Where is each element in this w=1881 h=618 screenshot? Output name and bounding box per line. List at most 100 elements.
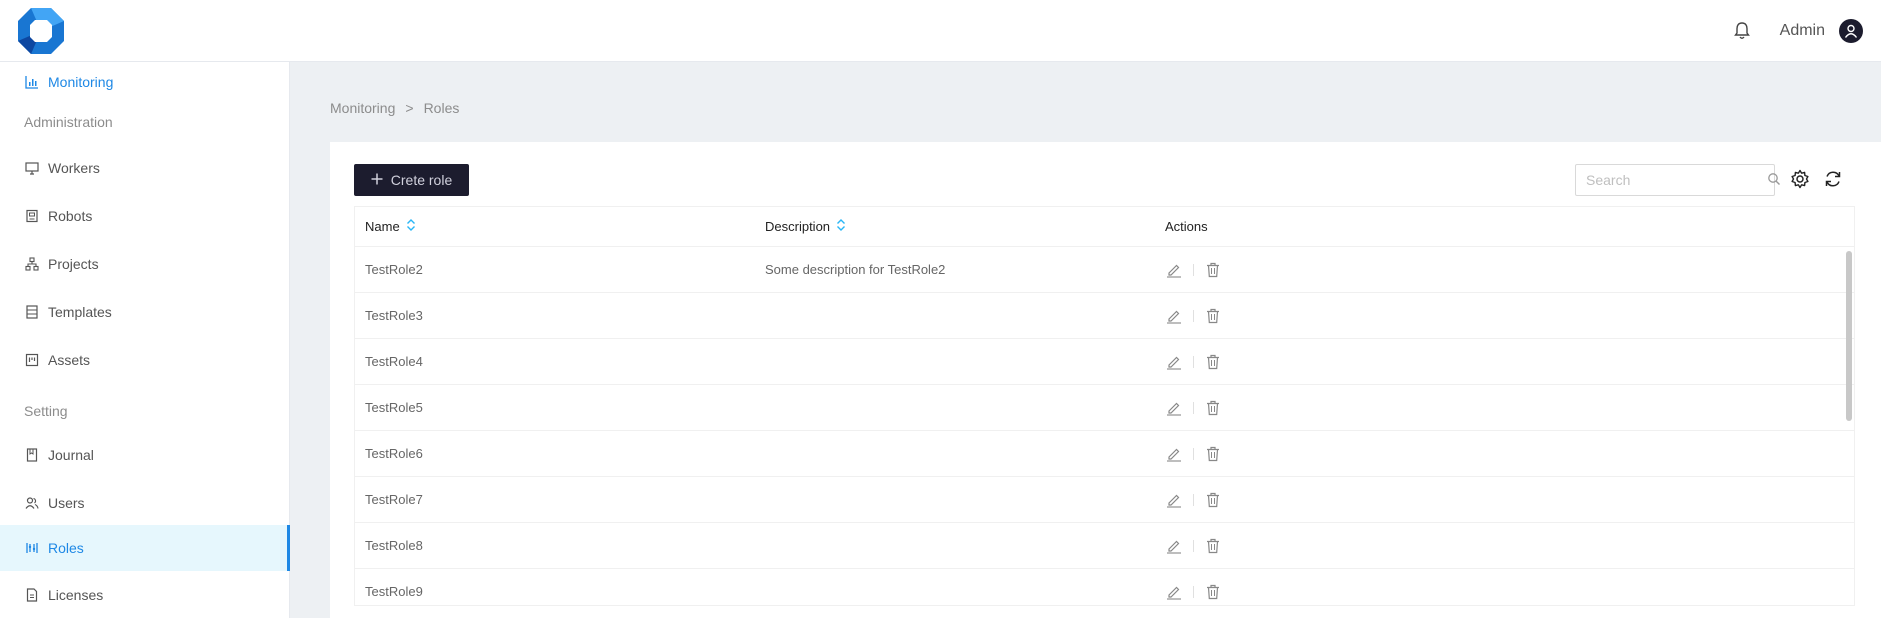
monitor-icon	[24, 160, 40, 176]
sidebar-item-journal[interactable]: Journal	[0, 435, 290, 475]
role-name-cell: TestRole6	[365, 446, 423, 461]
sidebar-item-label: Templates	[48, 304, 112, 320]
trash-icon[interactable]	[1204, 261, 1222, 279]
trash-icon[interactable]	[1204, 307, 1222, 325]
column-header-description[interactable]: Description	[755, 219, 1155, 234]
breadcrumb-current: Roles	[423, 100, 460, 116]
sort-icon[interactable]	[406, 219, 416, 234]
sidebar-item-projects[interactable]: Projects	[0, 244, 290, 284]
edit-icon[interactable]	[1165, 353, 1183, 371]
breadcrumb: Monitoring > Roles	[330, 100, 459, 116]
edit-icon[interactable]	[1165, 537, 1183, 555]
row-actions	[1155, 537, 1845, 555]
main-content: Monitoring > Roles Crete role Search Nam…	[290, 62, 1881, 618]
bell-icon[interactable]	[1732, 21, 1752, 41]
sidebar-section-administration: Administration	[24, 114, 113, 130]
edit-icon[interactable]	[1165, 445, 1183, 463]
trash-icon[interactable]	[1204, 399, 1222, 417]
sidebar: Monitoring Administration Workers Robots…	[0, 62, 290, 618]
breadcrumb-separator: >	[405, 100, 414, 116]
sidebar-item-robots[interactable]: Robots	[0, 196, 290, 236]
table-row[interactable]: TestRole6	[355, 431, 1854, 477]
table-row[interactable]: TestRole9	[355, 569, 1854, 605]
action-divider	[1193, 585, 1194, 598]
sidebar-section-setting: Setting	[24, 403, 68, 419]
role-name-cell: TestRole7	[365, 492, 423, 507]
plus-icon	[371, 172, 383, 188]
sidebar-item-templates[interactable]: Templates	[0, 292, 290, 332]
license-icon	[24, 587, 40, 603]
vertical-scrollbar[interactable]	[1846, 251, 1852, 421]
role-description-cell: Some description for TestRole2	[765, 262, 946, 277]
roles-table: Name Description Actions TestRole2 Some	[354, 206, 1855, 606]
template-icon	[24, 304, 40, 320]
table-row[interactable]: TestRole5	[355, 385, 1854, 431]
edit-icon[interactable]	[1165, 261, 1183, 279]
sort-icon[interactable]	[836, 219, 846, 234]
table-row[interactable]: TestRole4	[355, 339, 1854, 385]
edit-icon[interactable]	[1165, 307, 1183, 325]
edit-icon[interactable]	[1165, 399, 1183, 417]
action-divider	[1193, 447, 1194, 460]
trash-icon[interactable]	[1204, 445, 1222, 463]
create-role-label: Crete role	[390, 172, 453, 188]
user-name[interactable]: Admin	[1780, 22, 1825, 40]
column-header-label: Actions	[1165, 219, 1208, 234]
sitemap-icon	[24, 256, 40, 272]
sidebar-item-roles[interactable]: Roles	[0, 525, 290, 571]
row-actions	[1155, 445, 1845, 463]
top-header: Admin	[0, 0, 1881, 62]
edit-icon[interactable]	[1165, 583, 1183, 601]
user-avatar-icon[interactable]	[1839, 19, 1863, 43]
column-header-name[interactable]: Name	[355, 219, 755, 234]
roles-icon	[24, 540, 40, 556]
row-actions	[1155, 491, 1845, 509]
table-body: TestRole2 Some description for TestRole2…	[355, 247, 1854, 605]
search-input[interactable]	[1586, 172, 1767, 188]
gear-icon[interactable]	[1789, 168, 1811, 190]
sidebar-item-assets[interactable]: Assets	[0, 340, 290, 380]
action-divider	[1193, 263, 1194, 276]
role-name-cell: TestRole3	[365, 308, 423, 323]
edit-icon[interactable]	[1165, 491, 1183, 509]
role-name-cell: TestRole5	[365, 400, 423, 415]
table-row[interactable]: TestRole8	[355, 523, 1854, 569]
role-name-cell: TestRole9	[365, 584, 423, 599]
sidebar-item-licenses[interactable]: Licenses	[0, 575, 290, 615]
table-row[interactable]: TestRole3	[355, 293, 1854, 339]
sidebar-item-monitoring[interactable]: Monitoring	[0, 62, 290, 102]
sidebar-item-label: Users	[48, 495, 85, 511]
breadcrumb-parent[interactable]: Monitoring	[330, 100, 395, 116]
sidebar-item-label: Licenses	[48, 587, 104, 603]
create-role-button[interactable]: Crete role	[354, 164, 469, 196]
sidebar-item-label: Projects	[48, 256, 99, 272]
row-actions	[1155, 399, 1845, 417]
action-divider	[1193, 539, 1194, 552]
column-header-actions: Actions	[1155, 219, 1845, 234]
role-name-cell: TestRole2	[365, 262, 423, 277]
octagon-logo-icon[interactable]	[16, 6, 66, 56]
role-name-cell: TestRole4	[365, 354, 423, 369]
sidebar-item-workers[interactable]: Workers	[0, 148, 290, 188]
trash-icon[interactable]	[1204, 583, 1222, 601]
sidebar-item-label: Robots	[48, 208, 93, 224]
action-divider	[1193, 309, 1194, 322]
sidebar-item-label: Roles	[48, 540, 84, 556]
table-row[interactable]: TestRole7	[355, 477, 1854, 523]
search-box[interactable]	[1575, 164, 1780, 196]
assets-icon	[24, 352, 40, 368]
column-header-label: Description	[765, 219, 831, 234]
sidebar-item-label: Monitoring	[48, 74, 114, 90]
table-row[interactable]: TestRole2 Some description for TestRole2	[355, 247, 1854, 293]
trash-icon[interactable]	[1204, 353, 1222, 371]
sidebar-item-users[interactable]: Users	[0, 483, 290, 523]
book-icon	[24, 447, 40, 463]
table-header: Name Description Actions	[355, 207, 1854, 247]
search-icon[interactable]	[1767, 172, 1781, 189]
bar-chart-icon	[24, 74, 40, 90]
sidebar-item-label: Journal	[48, 447, 94, 463]
refresh-icon[interactable]	[1822, 168, 1844, 190]
trash-icon[interactable]	[1204, 491, 1222, 509]
row-actions	[1155, 353, 1845, 371]
trash-icon[interactable]	[1204, 537, 1222, 555]
